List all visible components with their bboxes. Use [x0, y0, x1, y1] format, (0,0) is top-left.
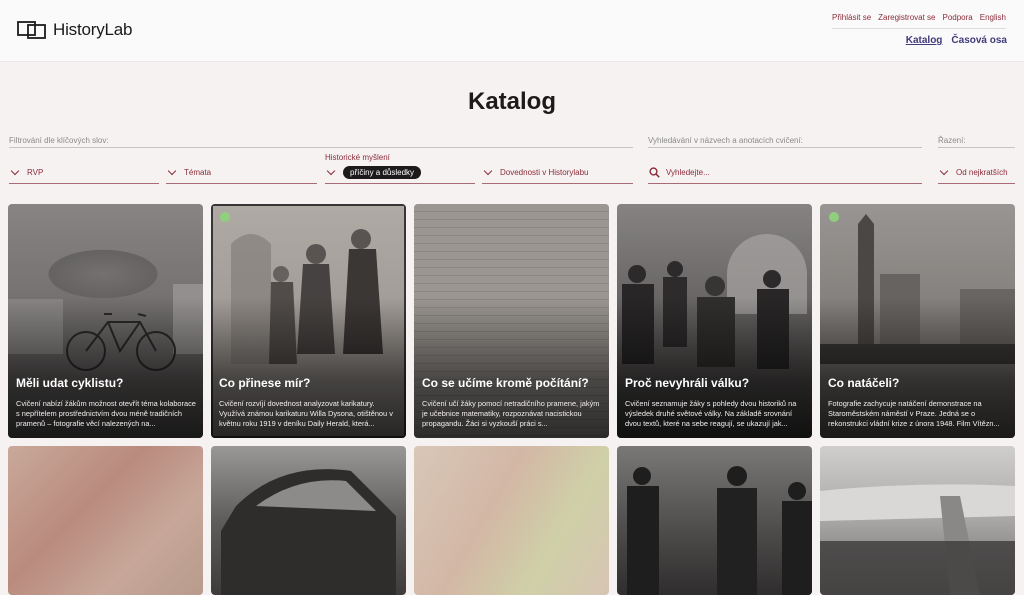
logo[interactable]: HistoryLab: [17, 20, 132, 40]
rvp-dropdown-label: RVP: [27, 168, 44, 177]
card-title: Proč nevyhráli válku?: [625, 376, 750, 390]
rvp-dropdown[interactable]: RVP: [9, 162, 159, 184]
card-description: Cvičení učí žáky pomocí netradičního pra…: [422, 399, 600, 428]
support-link[interactable]: Podpora: [943, 13, 973, 22]
card-photo: [8, 446, 203, 595]
card-title: Co natáčeli?: [828, 376, 900, 390]
status-badge: [829, 212, 839, 222]
historical-thinking-chip[interactable]: příčiny a důsledky: [343, 166, 422, 179]
register-link[interactable]: Zaregistrovat se: [878, 13, 935, 22]
sort-label-line: [938, 147, 1015, 148]
police-illustration: [627, 466, 812, 595]
historical-thinking-dropdown[interactable]: příčiny a důsledky: [325, 162, 475, 184]
exercise-card[interactable]: Co natáčeli? Fotografie zachycuje natáče…: [820, 204, 1015, 438]
exercise-card[interactable]: [820, 446, 1015, 595]
chevron-down-icon: [939, 166, 949, 176]
logo-text: HistoryLab: [53, 20, 133, 39]
login-link[interactable]: Přihlásit se: [832, 13, 871, 22]
card-photo: [414, 446, 609, 595]
sort-dropdown-value: Od nejkratších: [956, 168, 1008, 177]
card-description: Cvičení seznamuje žáky s pohledy dvou hi…: [625, 399, 797, 428]
chevron-down-icon: [326, 166, 336, 176]
topics-dropdown[interactable]: Témata: [166, 162, 317, 184]
site-header: HistoryLab Přihlásit se Zaregistrovat se…: [0, 0, 1024, 62]
status-badge: [220, 212, 230, 222]
main-nav: Katalog Časová osa: [906, 35, 1007, 46]
logo-icon: [17, 21, 46, 39]
exercise-card[interactable]: [211, 446, 406, 595]
language-link[interactable]: English: [980, 13, 1006, 22]
skills-dropdown[interactable]: Dovednosti v Historylabu: [482, 162, 633, 184]
card-description: Fotografie zachycuje natáčení demonstrac…: [828, 399, 1000, 428]
sort-label: Řazení:: [938, 136, 966, 145]
search-input[interactable]: Vyhledejte...: [648, 162, 922, 184]
car-illustration: [221, 469, 396, 595]
exercise-card[interactable]: [617, 446, 812, 595]
card-title: Co se učíme kromě počítání?: [422, 376, 589, 390]
exercise-card[interactable]: [8, 446, 203, 595]
skills-dropdown-label: Dovednosti v Historylabu: [500, 168, 589, 177]
airplane-illustration: [820, 484, 1015, 595]
card-description: Cvičení rozvíjí dovednost analyzovat kar…: [219, 399, 393, 428]
nav-catalog[interactable]: Katalog: [906, 35, 943, 46]
keywords-filter-label: Filtrování dle klíčových slov:: [9, 136, 109, 145]
chevron-down-icon: [167, 166, 177, 176]
sort-dropdown[interactable]: Od nejkratších: [938, 162, 1015, 184]
chevron-down-icon: [483, 166, 493, 176]
search-filter-label: Vyhledávání v názvech a anotacích cvičen…: [648, 136, 803, 145]
topics-dropdown-label: Témata: [184, 168, 212, 177]
exercise-card[interactable]: Co se učíme kromě počítání? Cvičení učí …: [414, 204, 609, 438]
search-icon: [649, 167, 660, 178]
exercise-card[interactable]: Co přinese mír? Cvičení rozvíjí dovednos…: [211, 204, 406, 438]
exercise-card[interactable]: Proč nevyhráli válku? Cvičení seznamuje …: [617, 204, 812, 438]
exercise-card[interactable]: Měli udat cyklistu? Cvičení nabízí žákům…: [8, 204, 203, 438]
card-description: Cvičení nabízí žákům možnost otevřít tém…: [16, 399, 196, 428]
nav-timeline[interactable]: Časová osa: [951, 35, 1007, 46]
chevron-down-icon: [10, 166, 20, 176]
keywords-filter-line: [9, 147, 633, 148]
card-title: Měli udat cyklistu?: [16, 376, 124, 390]
search-placeholder: Vyhledejte...: [666, 168, 710, 177]
exercise-card[interactable]: [414, 446, 609, 595]
historical-thinking-label: Historické myšlení: [325, 153, 390, 162]
page-title: Katalog: [467, 88, 556, 115]
utility-nav: Přihlásit se Zaregistrovat se Podpora En…: [832, 13, 1006, 29]
search-filter-line: [648, 147, 922, 148]
card-title: Co přinese mír?: [219, 376, 311, 390]
